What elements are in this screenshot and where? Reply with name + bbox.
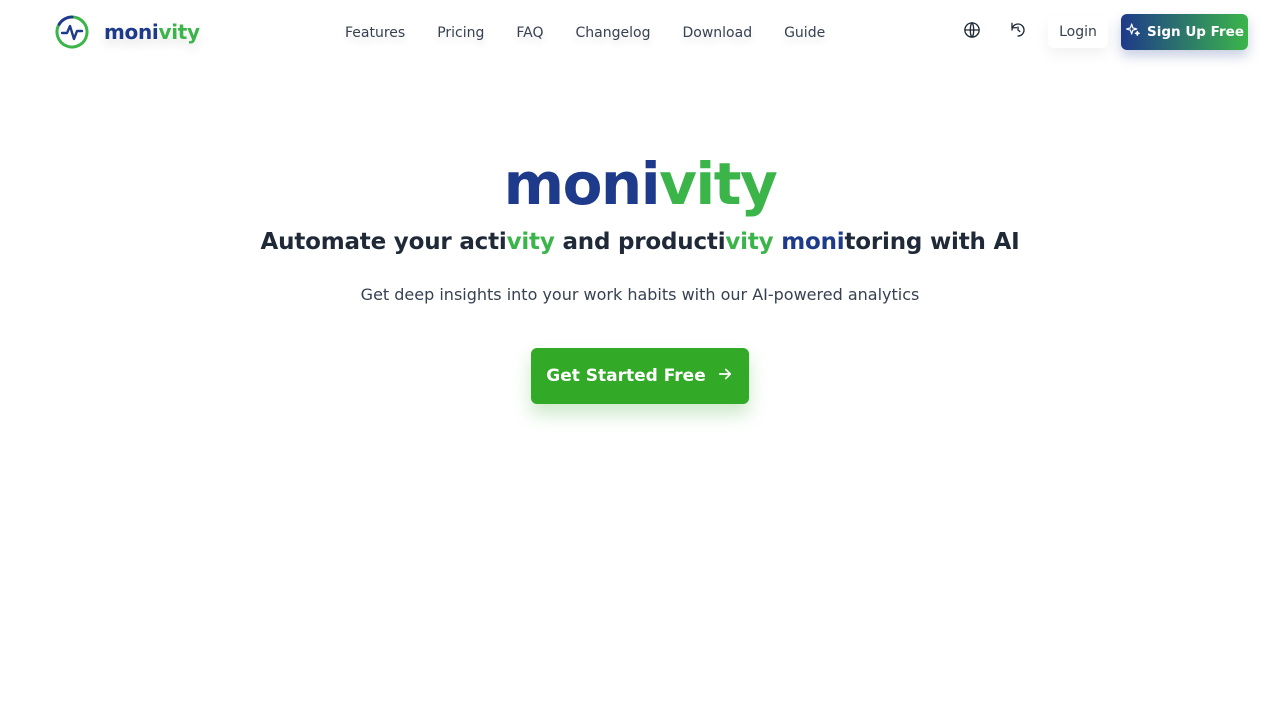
globe-icon: [963, 21, 981, 44]
arrow-right-icon: [716, 365, 734, 388]
activity-pulse-icon: [54, 14, 90, 50]
brand-name: monivity: [104, 20, 200, 44]
nav-faq[interactable]: FAQ: [500, 25, 559, 41]
language-button[interactable]: [956, 16, 988, 48]
brand-logo-link[interactable]: monivity: [54, 14, 200, 50]
signup-label: Sign Up Free: [1147, 24, 1244, 40]
nav-pricing[interactable]: Pricing: [421, 25, 500, 41]
hero-subtitle: Get deep insights into your work habits …: [360, 285, 920, 304]
main-nav: Features Pricing FAQ Changelog Download …: [329, 20, 841, 46]
history-button[interactable]: [1002, 16, 1034, 48]
signup-button[interactable]: Sign Up Free: [1121, 14, 1248, 50]
history-icon: [1009, 21, 1027, 44]
nav-features[interactable]: Features: [329, 25, 421, 41]
get-started-button[interactable]: Get Started Free: [531, 348, 749, 404]
nav-changelog[interactable]: Changelog: [560, 25, 667, 41]
sparkles-icon: [1125, 22, 1141, 42]
site-header: monivity Features Pricing FAQ Changelog …: [0, 0, 1280, 64]
hero-title: monivity: [503, 150, 778, 218]
hero-tagline: Automate your activity and productivity …: [260, 229, 1020, 255]
nav-guide[interactable]: Guide: [768, 25, 841, 41]
nav-download[interactable]: Download: [666, 25, 768, 41]
get-started-label: Get Started Free: [546, 366, 706, 386]
login-button[interactable]: Login: [1048, 16, 1108, 48]
